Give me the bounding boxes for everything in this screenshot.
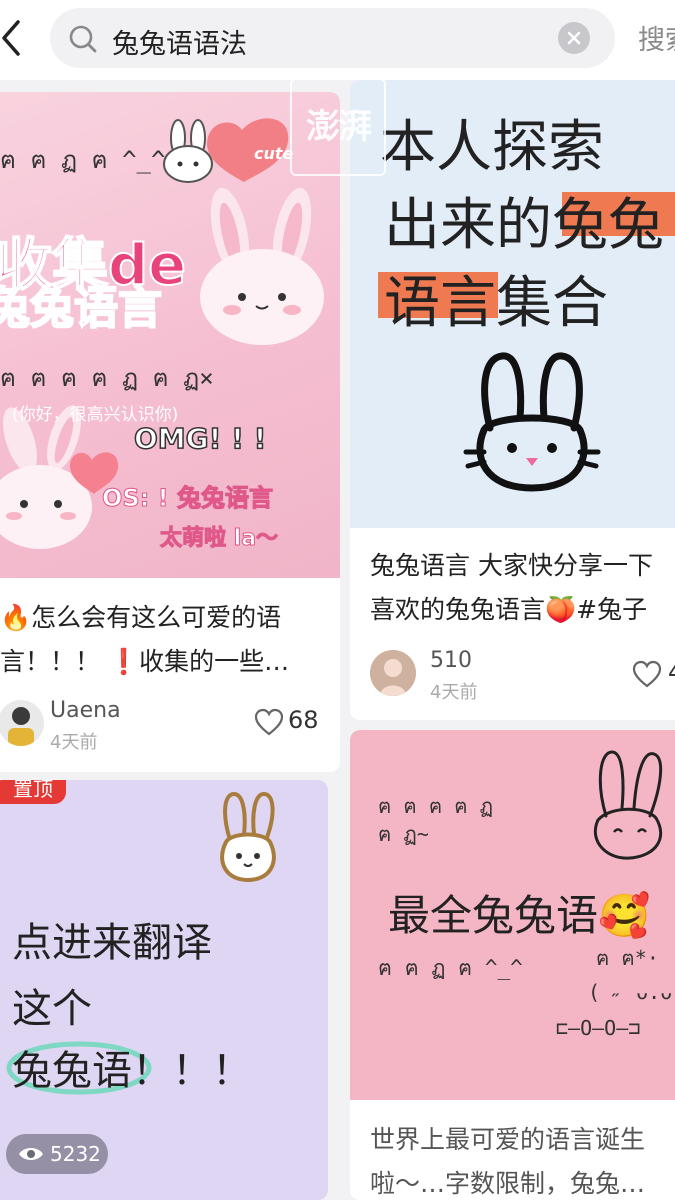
search-icon: [69, 25, 97, 53]
emote-row: ฅ ฅ ฅ ฅ ฏ ฅ ฏ×: [0, 364, 214, 392]
cover-headline: 最全兔兔语🥰: [388, 891, 651, 940]
clear-search-button[interactable]: [558, 22, 590, 54]
close-icon: [567, 31, 581, 45]
chevron-left-icon: [2, 20, 20, 56]
cover-line-3: 语言集合: [384, 258, 608, 339]
author-name[interactable]: 510: [430, 648, 472, 673]
emote-chain: ⊏—O—O—⊐: [556, 1016, 641, 1040]
post-title-4[interactable]: 世界上最可爱的语言诞生 啦～…字数限制，兔兔…: [370, 1118, 675, 1200]
post-cover-1[interactable]: ฅ ฅ ฏ ฅ ^_^ cute 收集de 兔兔语言 ฅ ฅ ฅ ฅ ฏ ฅ ฏ…: [0, 92, 340, 578]
cover-line-3b: 集合: [496, 271, 608, 336]
cover-line-1: 点进来翻译: [12, 920, 212, 966]
view-count: 5232: [50, 1142, 101, 1166]
post-title-line: 喜欢的兔兔语言🍑#兔子: [370, 595, 648, 624]
avatar[interactable]: [0, 700, 44, 746]
author-name[interactable]: Uaena: [50, 698, 121, 723]
cover-line-1: 本人探索: [380, 115, 604, 180]
cover-headline-2: 兔兔语言: [0, 282, 163, 335]
bunny-icon: [220, 791, 276, 883]
post-card-1[interactable]: ฅ ฅ ฏ ฅ ^_^ cute 收集de 兔兔语言 ฅ ฅ ฅ ฅ ฏ ฅ ฏ…: [0, 92, 340, 772]
cover-line-3a: 语言: [384, 271, 496, 336]
post-cover-3[interactable]: 置顶 点进来翻译 这个 兔兔语！！！ 5232: [0, 780, 328, 1200]
search-button[interactable]: 搜索: [638, 18, 675, 57]
post-time: 4天前: [50, 732, 98, 753]
cover-line-2: 出来的兔兔: [384, 180, 664, 261]
post-title-line: 世界上最可爱的语言诞生: [370, 1125, 646, 1154]
emote-ears: ฅ ฅ*·: [596, 946, 659, 970]
post-title-line: 言！！！ ❗收集的一些…: [0, 647, 290, 676]
emote-row: ฅ ฏ~: [378, 822, 429, 846]
post-title-2[interactable]: 兔兔语言 大家快分享一下 喜欢的兔兔语言🍑#兔子: [370, 544, 675, 632]
watermark: 澎湃: [290, 78, 386, 176]
post-card-4[interactable]: ฅ ฅ ฅ ฅ ฏ ฅ ฏ~ 最全兔兔语🥰 ฅ ฅ ฏ ฅ ^_^ ฅ ฅ*· …: [350, 730, 675, 1200]
post-time: 4天前: [430, 682, 478, 703]
post-card-2[interactable]: 本人探索 出来的兔兔 语言集合 兔兔语言 大家快分享一下 喜欢的兔兔语言🍑#兔子: [350, 80, 675, 720]
heart-icon[interactable]: [254, 708, 284, 736]
os-text-2: 太萌啦 la～: [159, 526, 279, 552]
eye-icon: [19, 1148, 43, 1160]
bunny-icon: [463, 352, 601, 492]
back-button[interactable]: [0, 18, 30, 58]
emote-row: ฅ ฅ ฏ ฅ ^_^: [378, 956, 523, 980]
cover-line-3: 兔兔语！！！: [12, 1048, 252, 1094]
emote-text: ฅ ฅ ฏ ฅ ^_^: [0, 146, 166, 174]
like-count: 68: [288, 706, 319, 734]
avatar-image: [370, 650, 416, 696]
post-cover-2[interactable]: 本人探索 出来的兔兔 语言集合: [350, 80, 675, 528]
cover-line-2a: 出来的: [384, 193, 552, 258]
like-count: 4: [668, 658, 675, 686]
cover-line-2: 这个: [12, 986, 92, 1032]
bunny-sketch-icon: [593, 750, 663, 860]
post-title-1[interactable]: 🔥怎么会有这么可爱的语 言！！！ ❗收集的一些…: [0, 596, 336, 684]
cover-line-2b: 兔兔: [552, 193, 664, 258]
search-query: 兔兔语语法: [112, 29, 247, 60]
avatar[interactable]: [370, 650, 416, 696]
view-count-badge: 5232: [6, 1134, 108, 1174]
post-title-line: 啦～…字数限制，兔兔…: [370, 1169, 646, 1198]
omg-text: OMG! ! !: [133, 421, 267, 456]
pinned-badge: 置顶: [0, 780, 66, 804]
top-bar: 兔兔语语法 搜索: [0, 0, 675, 80]
os-text-1: OS: ! 兔兔语言: [102, 484, 274, 513]
emote-face: ( ˶ ᴗ.ᴗ): [588, 980, 675, 1004]
cute-logo: cute: [254, 144, 294, 163]
avatar-image: [8, 707, 34, 746]
heart-icon[interactable]: [632, 660, 662, 688]
post-title-line: 兔兔语言 大家快分享一下: [370, 551, 653, 580]
search-input[interactable]: 兔兔语语法: [50, 8, 615, 68]
post-card-3[interactable]: 置顶 点进来翻译 这个 兔兔语！！！ 5232: [0, 780, 328, 1200]
post-title-line: 🔥怎么会有这么可爱的语: [0, 603, 282, 632]
post-cover-4[interactable]: ฅ ฅ ฅ ฅ ฏ ฅ ฏ~ 最全兔兔语🥰 ฅ ฅ ฏ ฅ ^_^ ฅ ฅ*· …: [350, 730, 675, 1100]
